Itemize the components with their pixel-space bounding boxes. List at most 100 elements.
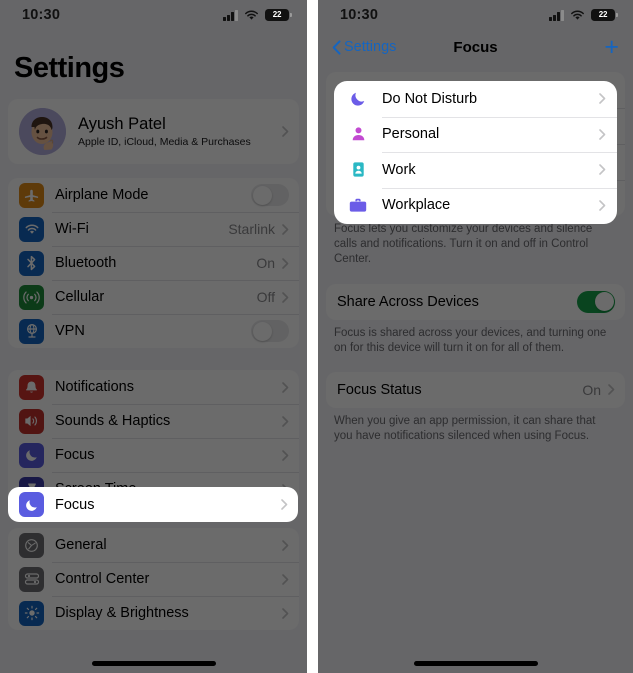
sidebar-item-bluetooth[interactable]: Bluetooth On	[8, 246, 299, 280]
sidebar-item-label: Focus	[55, 496, 95, 513]
sidebar-item-focus[interactable]: Focus	[8, 487, 298, 522]
share-across-devices-group: Share Across Devices	[326, 283, 625, 320]
cellular-icon	[19, 284, 44, 310]
share-across-devices-toggle[interactable]	[577, 290, 615, 313]
chevron-left-icon	[332, 39, 341, 55]
focus-mode-workplace[interactable]: Workplace	[334, 187, 617, 224]
chevron-right-icon	[282, 291, 289, 303]
sidebar-item-label: Sounds & Haptics	[55, 413, 171, 429]
sidebar-item-label: Notifications	[55, 379, 134, 395]
screenshot-root: 10:30 22 Settings Ayush Patel Apple ID, …	[0, 0, 633, 673]
focus-mode-label: Personal	[382, 126, 440, 143]
status-footnote: When you give an app permission, it can …	[334, 414, 596, 443]
id-badge-icon	[347, 159, 369, 181]
account-card[interactable]: Ayush Patel Apple ID, iCloud, Media & Pu…	[8, 99, 299, 164]
cellular-value: Off	[256, 289, 275, 305]
sliders-icon	[19, 566, 44, 592]
sidebar-item-notifications[interactable]: Notifications	[8, 370, 299, 404]
sidebar-item-airplane-mode[interactable]: Airplane Mode	[8, 178, 299, 212]
moon-icon	[19, 492, 44, 517]
focus-status-row[interactable]: Focus Status On	[326, 372, 625, 408]
briefcase-icon	[347, 194, 369, 216]
status-bar-indicators: 22	[223, 8, 292, 22]
focus-mode-personal[interactable]: Personal	[334, 116, 617, 153]
chevron-right-icon	[599, 199, 606, 211]
sidebar-item-sounds-haptics[interactable]: Sounds & Haptics	[8, 404, 299, 438]
focus-modes-card-highlighted: Do Not Disturb Personal Work Workplace	[334, 81, 617, 224]
airplane-icon	[19, 182, 44, 208]
settings-group-general: General Control Center Display & Brightn…	[8, 528, 299, 630]
sidebar-item-label: Wi-Fi	[55, 221, 89, 237]
focus-status-value: On	[582, 381, 601, 398]
moon-icon	[19, 442, 44, 468]
status-bar-time: 10:30	[22, 7, 61, 23]
sidebar-item-label: VPN	[55, 323, 85, 339]
sidebar-item-general[interactable]: General	[8, 528, 299, 562]
battery-level: 22	[598, 10, 608, 19]
chevron-right-icon	[599, 164, 606, 176]
sidebar-item-control-center[interactable]: Control Center	[8, 562, 299, 596]
airplane-mode-toggle[interactable]	[251, 184, 289, 206]
focus-mode-label: Do Not Disturb	[382, 90, 478, 107]
battery-icon: 22	[591, 8, 618, 22]
chevron-right-icon	[281, 499, 288, 510]
page-title: Settings	[14, 52, 125, 84]
cellular-bars-icon	[223, 9, 238, 21]
sidebar-item-label: Control Center	[55, 571, 150, 587]
back-button-label: Settings	[344, 39, 397, 55]
sidebar-item-wifi[interactable]: Wi-Fi Starlink	[8, 212, 299, 246]
share-across-devices-row[interactable]: Share Across Devices	[326, 284, 625, 320]
account-row[interactable]: Ayush Patel Apple ID, iCloud, Media & Pu…	[8, 99, 299, 164]
battery-icon: 22	[265, 8, 292, 22]
speaker-icon	[19, 408, 44, 434]
person-icon	[347, 123, 369, 145]
wifi-icon	[19, 216, 44, 242]
chevron-right-icon	[282, 607, 289, 619]
sidebar-item-vpn[interactable]: VPN	[8, 314, 299, 348]
vpn-icon	[19, 318, 44, 344]
focus-mode-do-not-disturb[interactable]: Do Not Disturb	[334, 81, 617, 117]
memoji-avatar	[19, 108, 66, 155]
chevron-right-icon	[282, 126, 289, 137]
sidebar-item-label: General	[55, 537, 107, 553]
cellular-bars-icon	[549, 9, 564, 21]
sidebar-item-focus-highlighted[interactable]: Focus	[8, 487, 298, 522]
chevron-right-icon	[282, 223, 289, 235]
wifi-value: Starlink	[228, 221, 275, 237]
settings-group-connectivity: Airplane Mode Wi-Fi Starlink Bluetooth O…	[8, 178, 299, 348]
chevron-right-icon	[282, 573, 289, 585]
left-status-bar: 10:30 22	[0, 0, 307, 30]
sidebar-item-label: Cellular	[55, 289, 105, 305]
focus-mode-work[interactable]: Work	[334, 152, 617, 188]
chevron-right-icon	[282, 381, 289, 393]
navigation-bar: Settings Focus +	[318, 30, 633, 64]
battery-level: 22	[272, 10, 282, 19]
status-bar-indicators: 22	[549, 8, 618, 22]
share-across-devices-label: Share Across Devices	[337, 293, 479, 310]
sidebar-item-focus-placeholder[interactable]: Focus	[8, 438, 299, 472]
sidebar-item-cellular[interactable]: Cellular Off	[8, 280, 299, 314]
chevron-right-icon	[599, 128, 606, 140]
back-button[interactable]: Settings	[332, 39, 396, 55]
left-phone-panel: 10:30 22 Settings Ayush Patel Apple ID, …	[0, 0, 307, 673]
chevron-right-icon	[282, 449, 289, 461]
account-subtitle: Apple ID, iCloud, Media & Purchases	[78, 135, 251, 148]
bell-icon	[19, 374, 44, 400]
chevron-right-icon	[282, 539, 289, 551]
home-indicator	[413, 661, 538, 666]
sidebar-item-label: Airplane Mode	[55, 187, 149, 203]
add-focus-button[interactable]: +	[604, 34, 619, 60]
brightness-icon	[19, 600, 44, 626]
panel-divider	[307, 0, 318, 673]
chevron-right-icon	[282, 257, 289, 269]
sidebar-item-display-brightness[interactable]: Display & Brightness	[8, 596, 299, 630]
bluetooth-value: On	[256, 255, 275, 271]
chevron-right-icon	[599, 93, 606, 105]
wifi-icon	[570, 9, 585, 21]
vpn-toggle[interactable]	[251, 320, 289, 342]
gear-icon	[19, 532, 44, 558]
chevron-right-icon	[608, 384, 615, 396]
sidebar-item-label: Bluetooth	[55, 255, 117, 271]
account-text: Ayush Patel Apple ID, iCloud, Media & Pu…	[78, 115, 270, 148]
settings-group-notifications: Notifications Sounds & Haptics Focus	[8, 370, 299, 506]
